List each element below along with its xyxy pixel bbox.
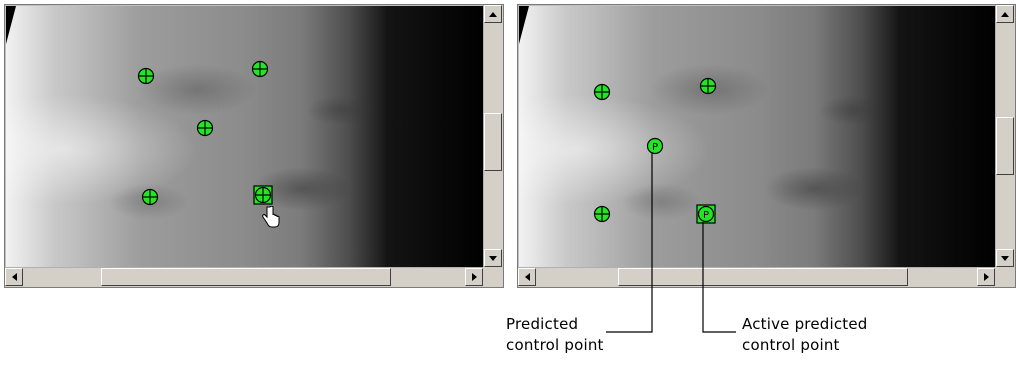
callout-line-2: control point [506, 336, 604, 354]
active-predicted-leader-line [702, 222, 736, 333]
callout-line-2: control point [742, 336, 840, 354]
callout-line-1: Active predicted [742, 315, 868, 333]
predicted-leader-line [606, 152, 653, 333]
active-predicted-control-point-label: Active predicted control point [742, 314, 868, 356]
predicted-control-point-label: Predicted control point [506, 314, 604, 356]
callout-line-1: Predicted [506, 315, 579, 333]
